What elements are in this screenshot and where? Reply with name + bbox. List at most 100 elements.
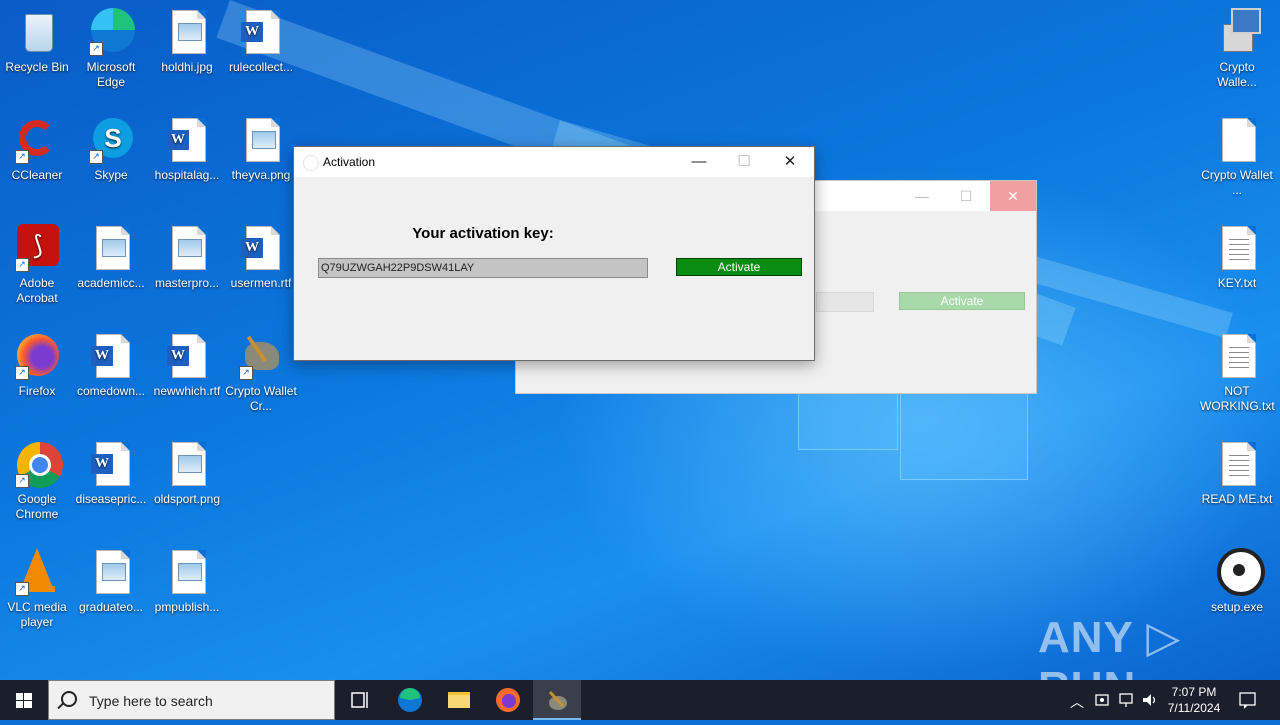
icon-label: READ ME.txt — [1201, 492, 1273, 506]
clock-date: 7/11/2024 — [1167, 701, 1221, 715]
activation-window[interactable]: Activation — ☐ ✕ Your activation key: Q7… — [293, 146, 815, 361]
icon-label: VLC media player — [7, 600, 67, 629]
windows-logo-icon — [16, 693, 32, 708]
image-file-icon — [87, 548, 135, 596]
desktop-icon-crypto-walle-installer[interactable]: Crypto Walle... — [1200, 8, 1274, 90]
taskbar-search-box[interactable]: Type here to search — [48, 680, 335, 720]
taskbar-crypto-wallet-button[interactable] — [533, 680, 581, 720]
search-placeholder: Type here to search — [89, 693, 213, 709]
icon-label: Adobe Acrobat — [16, 276, 58, 305]
shortcut-arrow-icon: ↗ — [15, 366, 29, 380]
desktop-icon-hospitalag[interactable]: W hospitalag... — [150, 116, 224, 183]
anyrun-watermark: ANY ▷ RUN — [1038, 613, 1182, 680]
image-file-icon — [163, 8, 211, 56]
shortcut-arrow-icon: ↗ — [15, 474, 29, 488]
recycle-bin-icon — [13, 8, 61, 56]
activate-button[interactable]: Activate — [676, 258, 802, 276]
task-view-button[interactable] — [336, 680, 384, 720]
taskbar-file-explorer-button[interactable] — [435, 680, 483, 720]
text-file-icon — [1213, 332, 1261, 380]
edge-icon: ↗ — [87, 8, 135, 56]
desktop-icon-crypto-wallet-cr[interactable]: ↗ Crypto Wallet Cr... — [224, 332, 298, 414]
shortcut-arrow-icon: ↗ — [89, 42, 103, 56]
taskbar: Type here to search ︿ 7:07 PM 7/11/2024 — [0, 680, 1280, 720]
icon-label: theyva.png — [231, 168, 291, 182]
taskbar-firefox-button[interactable] — [484, 680, 532, 720]
desktop-icon-not-working-txt[interactable]: NOT WORKING.txt — [1200, 332, 1275, 414]
icon-label: academicc... — [77, 276, 145, 290]
activate-button[interactable]: Activate — [899, 292, 1025, 310]
desktop-icon-theyva[interactable]: theyva.png — [224, 116, 298, 183]
minimize-button[interactable]: — — [676, 147, 722, 177]
desktop-icon-comedown[interactable]: W comedown... — [74, 332, 148, 399]
firefox-icon: ↗ — [13, 332, 61, 380]
desktop-icon-setup-exe[interactable]: setup.exe — [1200, 548, 1274, 615]
ccleaner-icon: ↗ — [13, 116, 61, 164]
shortcut-arrow-icon: ↗ — [15, 258, 29, 272]
desktop-icon-usermen[interactable]: W usermen.rtf — [224, 224, 298, 291]
icon-label: pmpublish... — [154, 600, 220, 614]
app-icon — [303, 155, 319, 171]
key-field[interactable] — [816, 292, 874, 312]
meet-now-icon[interactable] — [1094, 691, 1112, 709]
icon-label: Google Chrome — [15, 492, 59, 521]
skype-icon: S ↗ — [87, 116, 135, 164]
desktop-icon-ccleaner[interactable]: ↗ CCleaner — [0, 116, 74, 183]
taskbar-edge-button[interactable] — [386, 680, 434, 720]
icon-label: oldsport.png — [153, 492, 221, 506]
edge-icon — [398, 688, 422, 712]
icon-label: diseasepric... — [75, 492, 147, 506]
wallpaper-logo-pane — [900, 392, 1028, 480]
image-file-icon — [163, 440, 211, 488]
title-bar[interactable]: Activation — ☐ ✕ — [294, 147, 814, 177]
acrobat-icon: ⟆ ↗ — [13, 224, 61, 272]
blank-file-icon — [1213, 116, 1261, 164]
desktop-icon-rulecollect[interactable]: W rulecollect... — [224, 8, 298, 75]
desktop-icon-masterpro[interactable]: masterpro... — [150, 224, 224, 291]
desktop-icon-pmpublish[interactable]: pmpublish... — [150, 548, 224, 615]
desktop-icon-microsoft-edge[interactable]: ↗ Microsoft Edge — [74, 8, 148, 90]
desktop-icon-newwhich[interactable]: W newwhich.rtf — [150, 332, 224, 399]
image-file-icon — [163, 548, 211, 596]
word-document-icon: W — [237, 8, 285, 56]
image-file-icon — [87, 224, 135, 272]
desktop-icon-key-txt[interactable]: KEY.txt — [1200, 224, 1274, 291]
desktop-icon-diseasepric[interactable]: W diseasepric... — [74, 440, 148, 507]
activation-key-field[interactable]: Q79UZWGAH22P9DSW41LAY — [318, 258, 648, 278]
firefox-icon — [496, 688, 520, 712]
close-button[interactable]: ✕ — [767, 147, 813, 177]
desktop-icon-holdhi[interactable]: holdhi.jpg — [150, 8, 224, 75]
word-document-icon: W — [87, 440, 135, 488]
volume-icon[interactable] — [1141, 691, 1159, 709]
minimize-button[interactable]: — — [899, 181, 945, 211]
desktop-icon-crypto-wallet-file[interactable]: Crypto Wallet ... — [1200, 116, 1274, 198]
icon-label: graduateo... — [78, 600, 144, 614]
desktop-icon-oldsport[interactable]: oldsport.png — [150, 440, 224, 507]
icon-label: CCleaner — [11, 168, 63, 182]
network-icon[interactable] — [1118, 691, 1136, 709]
image-file-icon — [163, 224, 211, 272]
desktop-icon-firefox[interactable]: ↗ Firefox — [0, 332, 74, 399]
start-button[interactable] — [0, 680, 48, 720]
chrome-icon: ↗ — [13, 440, 63, 488]
pickaxe-icon: ↗ — [237, 332, 285, 380]
desktop-icon-vlc[interactable]: ↗ VLC media player — [0, 548, 74, 630]
desktop-icon-recycle-bin[interactable]: Recycle Bin — [0, 8, 74, 75]
desktop-icon-skype[interactable]: S ↗ Skype — [74, 116, 148, 183]
taskbar-clock[interactable]: 7:07 PM 7/11/2024 — [1158, 684, 1230, 716]
wallpaper-logo-pane — [798, 392, 898, 450]
desktop-icon-read-me-txt[interactable]: READ ME.txt — [1200, 440, 1274, 507]
desktop-icon-graduateo[interactable]: graduateo... — [74, 548, 148, 615]
maximize-button[interactable]: ☐ — [721, 147, 767, 177]
chevron-up-icon[interactable]: ︿ — [1070, 692, 1084, 712]
word-document-icon: W — [237, 224, 285, 272]
close-button[interactable]: ✕ — [990, 181, 1036, 211]
word-document-icon: W — [163, 116, 211, 164]
desktop-icon-google-chrome[interactable]: ↗ Google Chrome — [0, 440, 74, 522]
desktop-icon-academicc[interactable]: academicc... — [74, 224, 148, 291]
notifications-icon[interactable] — [1238, 690, 1258, 710]
maximize-button[interactable]: ☐ — [943, 181, 989, 211]
vlc-icon: ↗ — [13, 548, 61, 596]
desktop-icon-adobe-acrobat[interactable]: ⟆ ↗ Adobe Acrobat — [0, 224, 74, 306]
shortcut-arrow-icon: ↗ — [15, 582, 29, 596]
